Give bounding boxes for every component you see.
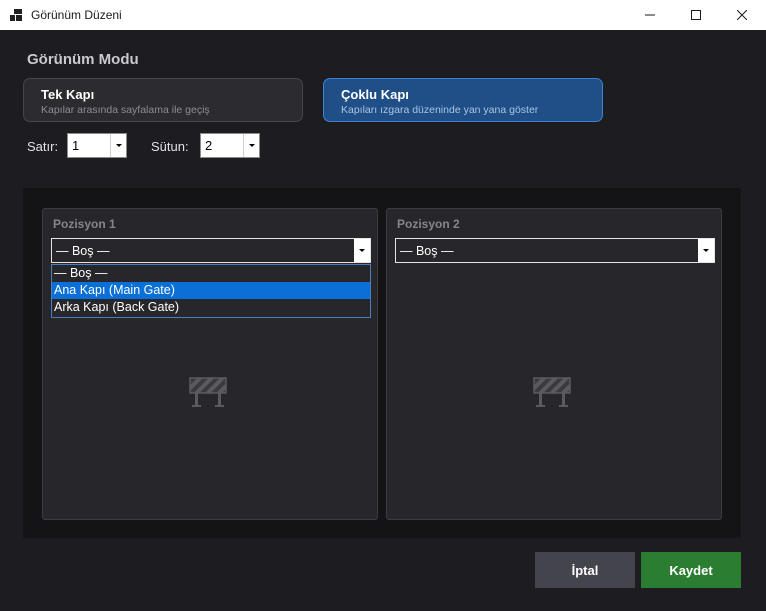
position-1-dropdown-button[interactable] [354, 239, 370, 262]
close-button[interactable] [719, 0, 765, 30]
dropdown-option-empty[interactable]: — Boş — [52, 265, 370, 282]
position-1-gate-combobox[interactable]: — Boş — [51, 238, 371, 263]
dropdown-option-back-gate[interactable]: Arka Kapı (Back Gate) [52, 299, 370, 316]
layout-grid: Pozisyon 1 — Boş — — Boş — Ana Kapı (Mai… [23, 188, 741, 538]
title-bar: Görünüm Düzeni [0, 0, 766, 30]
window-title: Görünüm Düzeni [31, 8, 122, 22]
rows-dropdown-button[interactable] [110, 134, 126, 157]
position-1-label: Pozisyon 1 [53, 217, 116, 231]
position-2-dropdown-button[interactable] [698, 239, 714, 262]
position-2-label: Pozisyon 2 [397, 217, 460, 231]
cancel-button[interactable]: İptal [535, 552, 635, 588]
chevron-down-icon [249, 144, 255, 147]
columns-dropdown-button[interactable] [243, 134, 259, 157]
chevron-down-icon [116, 144, 122, 147]
position-2-selected-value: — Boş — [400, 244, 454, 258]
mode-single-title: Tek Kapı [41, 87, 95, 102]
maximize-icon [691, 10, 701, 20]
app-icon [10, 9, 22, 21]
rows-select[interactable]: 1 [67, 133, 127, 158]
barrier-icon [189, 377, 227, 407]
rows-label: Satır: [27, 139, 59, 154]
mode-multi-title: Çoklu Kapı [341, 87, 409, 102]
dialog-body: Görünüm Modu Tek Kapı Kapılar arasında s… [0, 30, 766, 611]
columns-select[interactable]: 2 [200, 133, 260, 158]
chevron-down-icon [703, 249, 709, 252]
close-icon [737, 10, 747, 20]
view-mode-heading: Görünüm Modu [27, 51, 139, 68]
maximize-button[interactable] [673, 0, 719, 30]
rows-value: 1 [72, 138, 80, 153]
dropdown-option-main-gate[interactable]: Ana Kapı (Main Gate) [52, 282, 370, 299]
minimize-button[interactable] [627, 0, 673, 30]
columns-label: Sütun: [151, 139, 189, 154]
barrier-icon [533, 377, 571, 407]
save-button[interactable]: Kaydet [641, 552, 741, 588]
position-panel-2: Pozisyon 2 — Boş — [386, 208, 722, 520]
mode-single-gate-card[interactable]: Tek Kapı Kapılar arasında sayfalama ile … [23, 78, 303, 122]
chevron-down-icon [359, 249, 365, 252]
position-1-dropdown-list: — Boş — Ana Kapı (Main Gate) Arka Kapı (… [51, 264, 371, 318]
position-1-selected-value: — Boş — [56, 244, 110, 258]
mode-single-subtitle: Kapılar arasında sayfalama ile geçiş [41, 104, 210, 116]
mode-multi-subtitle: Kapıları ızgara düzeninde yan yana göste… [341, 104, 539, 116]
mode-multi-gate-card[interactable]: Çoklu Kapı Kapıları ızgara düzeninde yan… [323, 78, 603, 122]
position-panel-1: Pozisyon 1 — Boş — — Boş — Ana Kapı (Mai… [42, 208, 378, 520]
columns-value: 2 [205, 138, 213, 153]
minimize-icon [645, 14, 655, 16]
position-2-gate-combobox[interactable]: — Boş — [395, 238, 715, 263]
